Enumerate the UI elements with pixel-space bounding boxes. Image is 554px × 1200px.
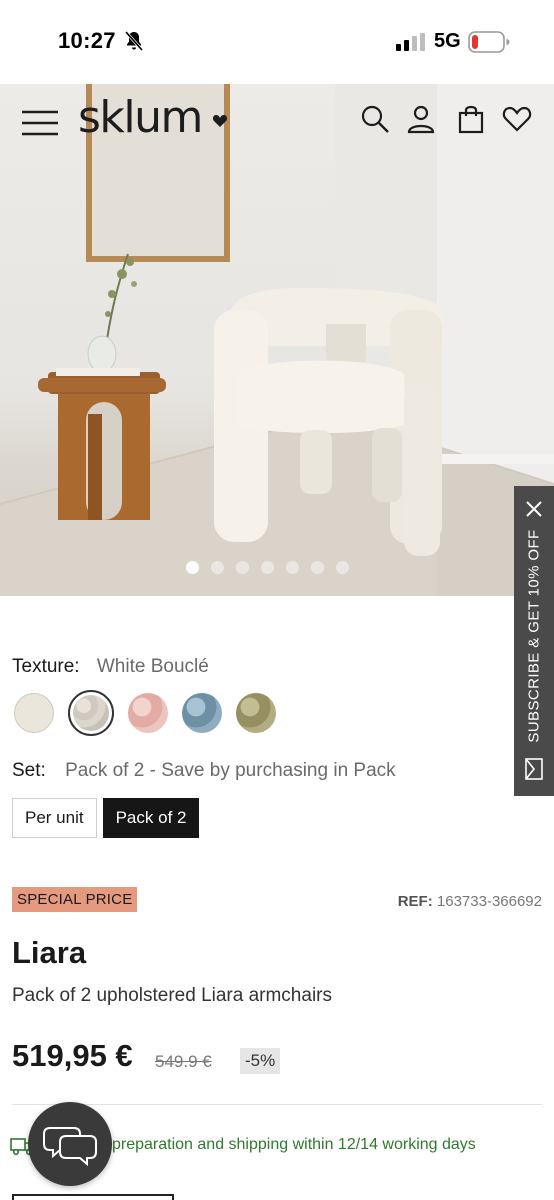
carousel-dot[interactable] [186, 561, 199, 574]
product-subtitle: Pack of 2 upholstered Liara armchairs [12, 985, 332, 1006]
chat-bubbles-icon [43, 1127, 97, 1166]
ref-label: REF: [397, 893, 433, 910]
menu-icon[interactable] [20, 108, 60, 138]
swatch-white-boucle[interactable] [68, 690, 114, 736]
product-hero-image[interactable] [0, 84, 554, 596]
carousel-dot[interactable] [311, 561, 324, 574]
carousel-dot[interactable] [261, 561, 274, 574]
swatch-pink[interactable] [128, 693, 168, 733]
texture-value: White Bouclé [96, 656, 209, 677]
chat-button[interactable] [28, 1102, 112, 1186]
status-time: 10:27 [58, 28, 116, 53]
old-price: 549.9 € [155, 1052, 212, 1071]
carousel-dot[interactable] [236, 561, 249, 574]
carousel-dots [186, 561, 349, 574]
discount-badge: -5% [240, 1048, 281, 1074]
wishlist-icon[interactable] [502, 104, 532, 134]
swatch-olive[interactable] [236, 693, 276, 733]
account-icon[interactable] [406, 104, 436, 134]
ref-value: 163733-366692 [436, 893, 542, 910]
carousel-dot[interactable] [211, 561, 224, 574]
texture-swatches [14, 690, 276, 736]
swatch-blue[interactable] [182, 693, 222, 733]
mail-icon [525, 758, 543, 780]
set-value: Pack of 2 - Save by purchasing in Pack [65, 760, 396, 781]
swatch-white-boucle-fill [73, 695, 109, 731]
battery-icon [468, 31, 510, 53]
texture-label: Texture: [12, 656, 80, 677]
cart-icon[interactable] [456, 104, 486, 134]
subscribe-tab[interactable]: SUBSCRIBE & GET 10% OFF [514, 486, 554, 796]
close-icon[interactable] [525, 500, 543, 518]
add-to-cart-button-partial[interactable] [12, 1194, 174, 1200]
logo-heart-icon [212, 115, 228, 127]
bell-slash-icon [124, 31, 144, 51]
search-icon[interactable] [360, 104, 390, 134]
set-options: Per unit Pack of 2 [12, 798, 200, 838]
network-type: 5G [434, 30, 461, 52]
carousel-dot[interactable] [336, 561, 349, 574]
set-row: Set: Pack of 2 - Save by purchasing in P… [12, 760, 396, 782]
status-bar: 10:27 5G [0, 0, 554, 84]
divider [12, 1104, 542, 1105]
per-unit-button[interactable]: Per unit [12, 798, 97, 838]
special-price-badge: SPECIAL PRICE [12, 887, 138, 912]
shipping-info: preparation and shipping within 12/14 wo… [112, 1136, 476, 1153]
texture-row: Texture: White Bouclé [12, 656, 209, 678]
subscribe-label: SUBSCRIBE & GET 10% OFF [525, 529, 543, 743]
product-ref: REF: 163733-366692 [398, 893, 542, 910]
set-label: Set: [12, 760, 46, 781]
brand-logo[interactable]: sklum [78, 92, 203, 143]
pack-of-2-button[interactable]: Pack of 2 [102, 798, 200, 838]
swatch-cream[interactable] [14, 693, 54, 733]
current-price: 519,95 € [12, 1038, 133, 1073]
carousel-dot[interactable] [286, 561, 299, 574]
product-title: Liara [12, 935, 87, 970]
signal-icon [396, 33, 425, 51]
